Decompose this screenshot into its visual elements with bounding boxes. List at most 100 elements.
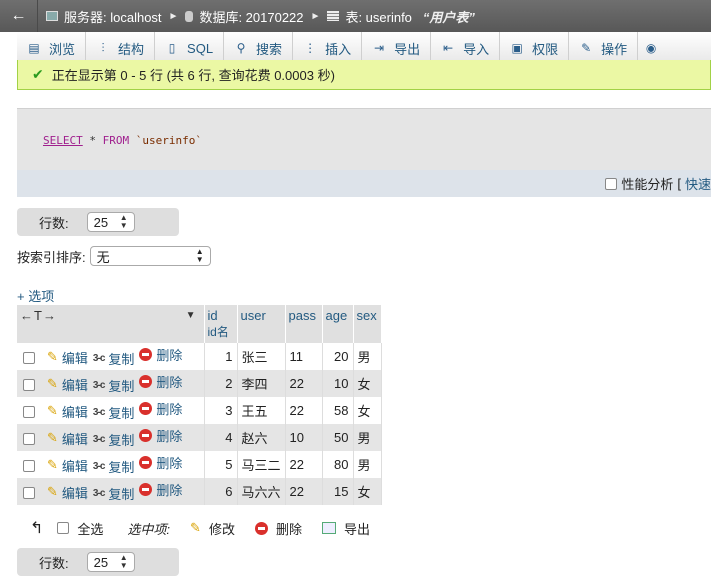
pencil-icon: ✎ — [47, 484, 58, 499]
copy-button[interactable]: 3-c 复制 — [93, 376, 134, 395]
cell-id[interactable]: 2 — [204, 370, 238, 397]
sql-query[interactable]: SELECT * FROM `userinfo` — [43, 134, 202, 147]
cell-user[interactable]: 赵六 — [237, 424, 286, 451]
delete-button[interactable]: 删除 — [139, 453, 182, 472]
sql-footer: 性能分析 [ 快速 — [17, 170, 711, 197]
options-link[interactable]: + 选项 — [17, 286, 54, 305]
copy-button[interactable]: 3-c 复制 — [93, 349, 134, 368]
cell-user[interactable]: 王五 — [237, 397, 286, 424]
copy-button[interactable]: 3-c 复制 — [93, 403, 134, 422]
sort-select[interactable]: 无 ▲ ▼ — [89, 246, 211, 266]
table-row[interactable]: ✎ 编辑 3-c 复制 删除 1 张三 11 20 男 — [17, 343, 382, 370]
edit-button[interactable]: ✎ 编辑 — [47, 402, 88, 421]
bulk-delete-button[interactable]: 删除 — [254, 519, 302, 538]
cell-id[interactable]: 5 — [204, 451, 238, 478]
row-checkbox[interactable] — [23, 486, 35, 499]
table-row[interactable]: ✎ 编辑 3-c 复制 删除 2 李四 22 10 女 — [17, 370, 382, 397]
privileges-icon: ▣ — [511, 41, 523, 55]
cell-user[interactable]: 李四 — [237, 370, 286, 397]
table-row[interactable]: ✎ 编辑 3-c 复制 删除 4 赵六 10 50 男 — [17, 424, 382, 451]
tab-label: 导入 — [463, 42, 490, 57]
column-resize-arrows-icon[interactable]: ←T→ — [20, 308, 57, 323]
back-arrow-icon[interactable]: ← — [0, 0, 38, 32]
table-row[interactable]: ✎ 编辑 3-c 复制 删除 3 王五 22 58 女 — [17, 397, 382, 424]
cell-sex[interactable]: 女 — [353, 397, 382, 424]
delete-icon — [139, 402, 153, 415]
copy-label: 复制 — [108, 352, 135, 367]
col-header-age[interactable]: age — [322, 305, 354, 343]
cell-user[interactable]: 张三 — [237, 343, 286, 370]
cell-sex[interactable]: 女 — [353, 370, 382, 397]
edit-button[interactable]: ✎ 编辑 — [47, 348, 88, 367]
table-icon — [327, 11, 340, 21]
bulk-export-button[interactable]: 导出 — [321, 519, 370, 538]
copy-button[interactable]: 3-c 复制 — [93, 457, 134, 476]
cell-pass[interactable]: 22 — [285, 451, 323, 478]
col-header-sex[interactable]: sex — [353, 305, 382, 343]
delete-button[interactable]: 删除 — [139, 480, 182, 499]
cell-age[interactable]: 58 — [322, 397, 354, 424]
delete-button[interactable]: 删除 — [139, 345, 182, 364]
cell-id[interactable]: 6 — [204, 478, 238, 505]
cell-id[interactable]: 3 — [204, 397, 238, 424]
table-row[interactable]: ✎ 编辑 3-c 复制 删除 5 马三二 22 80 男 — [17, 451, 382, 478]
row-checkbox[interactable] — [23, 459, 35, 472]
edit-button[interactable]: ✎ 编辑 — [47, 429, 88, 448]
cell-sex[interactable]: 男 — [353, 424, 382, 451]
bulk-edit-button[interactable]: ✎ 修改 — [190, 519, 235, 538]
copy-button[interactable]: 3-c 复制 — [93, 484, 134, 503]
cell-user[interactable]: 马六六 — [237, 478, 286, 505]
cell-pass[interactable]: 22 — [285, 397, 323, 424]
pencil-icon: ✎ — [47, 376, 58, 391]
cell-age[interactable]: 80 — [322, 451, 354, 478]
copy-button[interactable]: 3-c 复制 — [93, 430, 134, 449]
cell-sex[interactable]: 女 — [353, 478, 382, 505]
cell-age[interactable]: 10 — [322, 370, 354, 397]
dropdown-triangle-icon[interactable]: ▼ — [186, 310, 196, 321]
col-header-pass[interactable]: pass — [285, 305, 323, 343]
cell-sex[interactable]: 男 — [353, 451, 382, 478]
cell-id[interactable]: 4 — [204, 424, 238, 451]
table-row[interactable]: ✎ 编辑 3-c 复制 删除 6 马六六 22 15 女 — [17, 478, 382, 505]
sql-select-keyword[interactable]: SELECT — [43, 134, 83, 147]
cell-user[interactable]: 马三二 — [237, 451, 286, 478]
row-checkbox[interactable] — [23, 405, 35, 418]
delete-button[interactable]: 删除 — [139, 372, 182, 391]
col-name: id — [207, 308, 218, 323]
row-checkbox[interactable] — [23, 432, 35, 445]
delete-button[interactable]: 删除 — [139, 426, 182, 445]
cell-age[interactable]: 20 — [322, 343, 354, 370]
cell-id[interactable]: 1 — [204, 343, 238, 370]
insert-icon: ⋮ — [304, 41, 317, 55]
edit-button[interactable]: ✎ 编辑 — [47, 456, 88, 475]
breadcrumb-table[interactable]: 表: userinfo — [345, 7, 411, 26]
cell-pass[interactable]: 22 — [285, 478, 323, 505]
col-header-id[interactable]: id id名 — [204, 305, 238, 343]
edit-button[interactable]: ✎ 编辑 — [47, 483, 88, 502]
cell-age[interactable]: 15 — [322, 478, 354, 505]
cell-sex[interactable]: 男 — [353, 343, 382, 370]
select-all-label[interactable]: 全选 — [77, 519, 103, 538]
cell-pass[interactable]: 10 — [285, 424, 323, 451]
cell-pass[interactable]: 11 — [285, 343, 323, 370]
row-checkbox[interactable] — [23, 351, 35, 364]
select-all-checkbox[interactable] — [57, 522, 70, 534]
edit-button[interactable]: ✎ 编辑 — [47, 375, 88, 394]
row-checkbox[interactable] — [23, 378, 35, 391]
import-icon: ⇤ — [443, 41, 454, 55]
breadcrumb-database[interactable]: 数据库: 20170222 — [199, 7, 303, 26]
col-name: user — [240, 308, 266, 323]
cell-age[interactable]: 50 — [322, 424, 354, 451]
tab-label: 结构 — [118, 42, 145, 57]
breadcrumb-server[interactable]: 服务器: localhost — [64, 7, 162, 26]
rows-select[interactable]: 25 ▲ ▼ — [86, 552, 135, 572]
profiling-checkbox[interactable] — [605, 177, 618, 190]
col-header-user[interactable]: user — [237, 305, 286, 343]
cell-pass[interactable]: 22 — [285, 370, 323, 397]
breadcrumb-separator-icon: ► — [168, 10, 179, 22]
delete-label: 删除 — [156, 402, 183, 417]
delete-button[interactable]: 删除 — [139, 399, 182, 418]
rows-select[interactable]: 25 ▲ ▼ — [86, 212, 135, 232]
actions-header: ←T→ ▼ — [17, 305, 205, 343]
quick-edit-link[interactable]: 快速 — [685, 174, 711, 193]
